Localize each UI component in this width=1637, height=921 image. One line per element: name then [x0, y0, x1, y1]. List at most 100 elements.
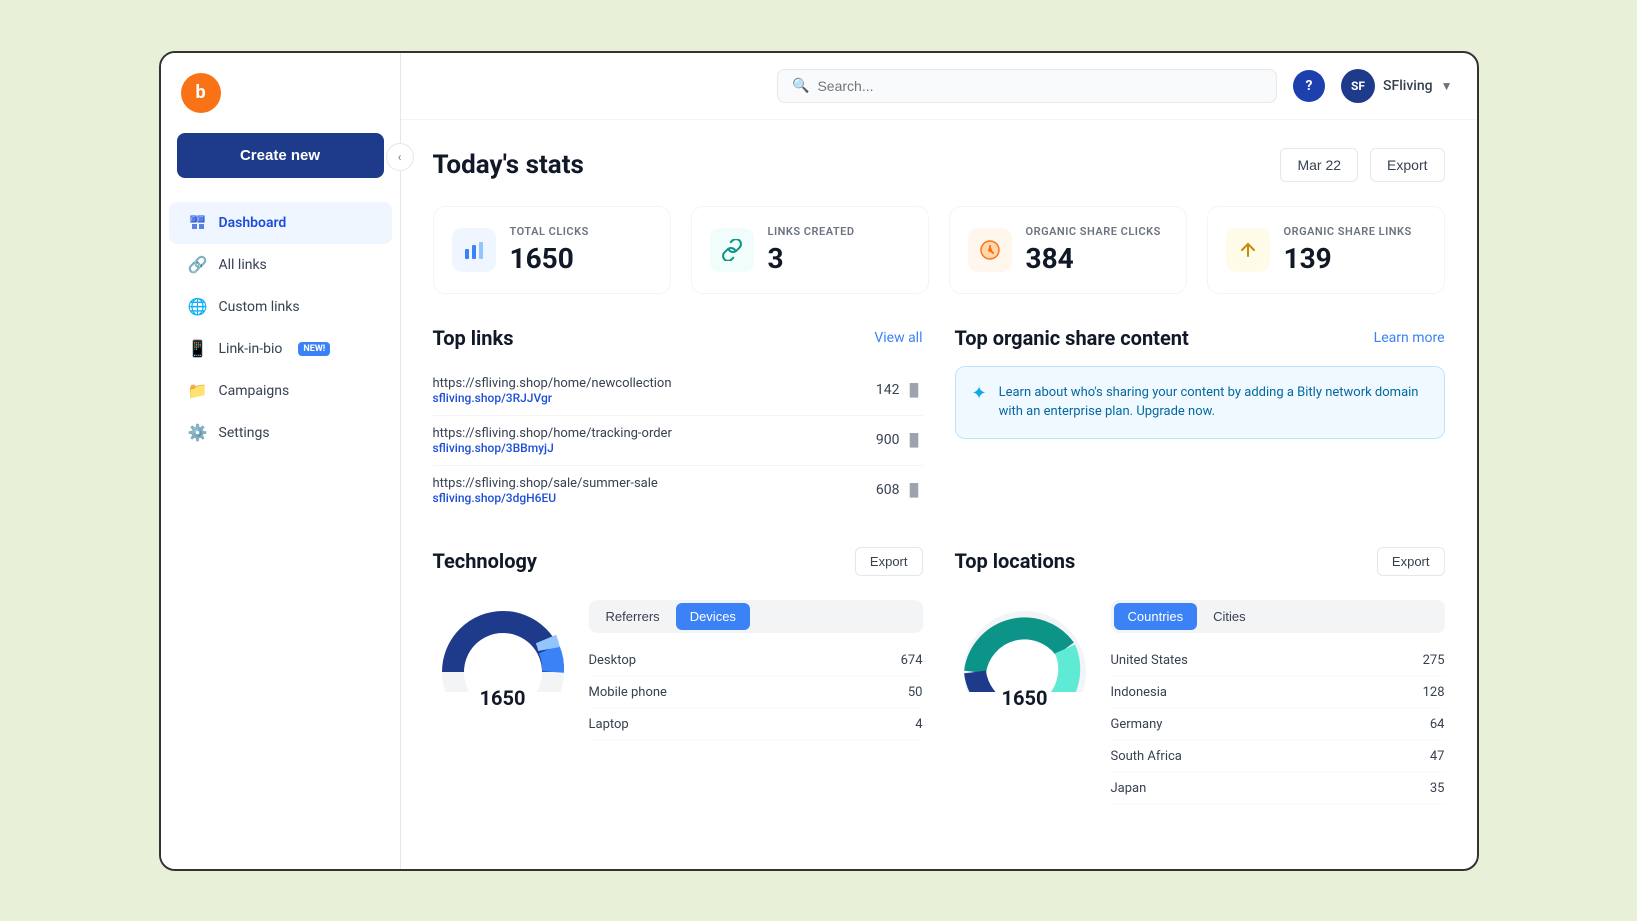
page-title: Today's stats: [433, 150, 584, 180]
sidebar-item-dashboard[interactable]: Dashboard: [169, 202, 392, 244]
bar-chart-icon: ▐▌: [905, 483, 922, 497]
locations-donut-chart: 1650: [955, 592, 1095, 710]
stat-card-total-clicks: TOTAL CLICKS 1650: [433, 206, 671, 294]
export-button[interactable]: Export: [1370, 148, 1444, 182]
link-item: https://sfliving.shop/sale/summer-sale s…: [433, 466, 923, 515]
create-new-button[interactable]: Create new: [177, 133, 384, 178]
stat-info-links-created: LINKS CREATED 3: [768, 225, 855, 275]
countries-tab[interactable]: Countries: [1114, 603, 1198, 630]
devices-tab[interactable]: Devices: [676, 603, 750, 630]
locations-section: Top locations Export: [955, 547, 1445, 805]
organic-links-icon: [1226, 228, 1270, 272]
stat-info-organic-links: ORGANIC SHARE LINKS 139: [1284, 225, 1412, 275]
total-clicks-icon: [452, 228, 496, 272]
help-button[interactable]: ?: [1293, 70, 1325, 102]
middle-section: Top links View all https://sfliving.shop…: [433, 326, 1445, 515]
stat-card-organic-share-clicks: ORGANIC SHARE CLICKS 384: [949, 206, 1187, 294]
tech-donut-chart: 1650: [433, 592, 573, 710]
locations-content: 1650 Countries Cities United States 275: [955, 592, 1445, 805]
stat-info-total-clicks: TOTAL CLICKS 1650: [510, 225, 589, 275]
top-links-header: Top links View all: [433, 326, 923, 350]
organic-share-section: Top organic share content Learn more ✦ L…: [955, 326, 1445, 515]
campaigns-icon: 📁: [189, 382, 207, 400]
sidebar: b Create new Dashboard 🔗 All links 🌐 Cus…: [161, 53, 401, 869]
referrers-tab[interactable]: Referrers: [592, 603, 674, 630]
sidebar-nav: Dashboard 🔗 All links 🌐 Custom links 📱 L…: [161, 202, 400, 454]
bar-chart-icon: ▐▌: [905, 383, 922, 397]
locations-tab-group: Countries Cities: [1111, 600, 1445, 633]
dashboard-icon: [189, 214, 207, 232]
tech-export-button[interactable]: Export: [855, 547, 923, 576]
link-url: https://sfliving.shop/sale/summer-sale: [433, 476, 658, 491]
dashboard-label: Dashboard: [219, 215, 287, 231]
learn-more-link[interactable]: Learn more: [1374, 330, 1445, 346]
search-icon: 🔍: [792, 78, 809, 94]
avatar: SF: [1341, 69, 1375, 103]
sidebar-item-link-in-bio[interactable]: 📱 Link-in-bio NEW!: [169, 328, 392, 370]
sidebar-item-settings[interactable]: ⚙️ Settings: [169, 412, 392, 454]
top-links-section: Top links View all https://sfliving.shop…: [433, 326, 923, 515]
search-bar[interactable]: 🔍: [777, 69, 1277, 103]
link-icon: 🔗: [189, 256, 207, 274]
settings-label: Settings: [219, 425, 270, 441]
link-count: 608 ▐▌: [876, 482, 923, 498]
link-item: https://sfliving.shop/home/newcollection…: [433, 366, 923, 416]
stats-header: Today's stats Mar 22 Export: [433, 148, 1445, 182]
tech-details: Referrers Devices Desktop 674 Mobile pho…: [589, 592, 923, 741]
organic-share-title: Top organic share content: [955, 326, 1189, 350]
bar-chart-icon: ▐▌: [905, 433, 922, 447]
settings-icon: ⚙️: [189, 424, 207, 442]
custom-links-label: Custom links: [219, 299, 300, 315]
upgrade-banner: ✦ Learn about who's sharing your content…: [955, 366, 1445, 439]
all-links-label: All links: [219, 257, 267, 273]
link-url: https://sfliving.shop/home/newcollection: [433, 376, 672, 391]
location-item: Germany 64: [1111, 709, 1445, 741]
main-area: 🔍 ? SF SFliving ▼ Today's stats Mar 22 E…: [401, 53, 1477, 869]
date-picker-button[interactable]: Mar 22: [1280, 148, 1358, 182]
logo-icon: b: [181, 73, 221, 113]
location-item: United States 275: [1111, 645, 1445, 677]
device-item: Desktop 674: [589, 645, 923, 677]
campaigns-label: Campaigns: [219, 383, 290, 399]
bottom-section: Technology Export: [433, 547, 1445, 805]
location-item: South Africa 47: [1111, 741, 1445, 773]
stat-info-organic-clicks: ORGANIC SHARE CLICKS 384: [1026, 225, 1161, 275]
globe-icon: 🌐: [189, 298, 207, 316]
top-header: 🔍 ? SF SFliving ▼: [401, 53, 1477, 120]
organic-clicks-icon: [968, 228, 1012, 272]
upgrade-text: Learn about who's sharing your content b…: [999, 383, 1428, 422]
user-name: SFliving: [1383, 78, 1433, 94]
link-item: https://sfliving.shop/home/tracking-orde…: [433, 416, 923, 466]
device-item: Laptop 4: [589, 709, 923, 741]
technology-section: Technology Export: [433, 547, 923, 805]
stat-cards: TOTAL CLICKS 1650 LINKS CREATED 3: [433, 206, 1445, 294]
tech-title: Technology: [433, 549, 538, 573]
tech-content: 1650 Referrers Devices Desktop 674: [433, 592, 923, 741]
link-url: https://sfliving.shop/home/tracking-orde…: [433, 426, 672, 441]
search-input[interactable]: [817, 78, 1262, 94]
collapse-sidebar-button[interactable]: ‹: [386, 143, 414, 171]
top-links-list: https://sfliving.shop/home/newcollection…: [433, 366, 923, 515]
locations-export-button[interactable]: Export: [1377, 547, 1445, 576]
dropdown-icon: ▼: [1441, 79, 1453, 93]
sidebar-item-custom-links[interactable]: 🌐 Custom links: [169, 286, 392, 328]
sidebar-item-campaigns[interactable]: 📁 Campaigns: [169, 370, 392, 412]
organic-share-header: Top organic share content Learn more: [955, 326, 1445, 350]
link-short[interactable]: sfliving.shop/3RJJVgr: [433, 391, 672, 405]
cities-tab[interactable]: Cities: [1199, 603, 1260, 630]
main-content: Today's stats Mar 22 Export TOTAL CLICKS…: [401, 120, 1477, 869]
sparkle-icon: ✦: [972, 383, 987, 404]
locations-section-header: Top locations Export: [955, 547, 1445, 576]
new-badge: NEW!: [298, 342, 330, 356]
view-all-link[interactable]: View all: [874, 330, 922, 346]
sidebar-item-all-links[interactable]: 🔗 All links: [169, 244, 392, 286]
link-count: 900 ▐▌: [876, 432, 923, 448]
link-count: 142 ▐▌: [876, 382, 923, 398]
link-short[interactable]: sfliving.shop/3dgH6EU: [433, 491, 658, 505]
device-item: Mobile phone 50: [589, 677, 923, 709]
user-menu[interactable]: SF SFliving ▼: [1341, 69, 1452, 103]
tech-section-header: Technology Export: [433, 547, 923, 576]
links-created-icon: [710, 228, 754, 272]
link-in-bio-label: Link-in-bio: [219, 341, 283, 357]
link-short[interactable]: sfliving.shop/3BBmyjJ: [433, 441, 672, 455]
